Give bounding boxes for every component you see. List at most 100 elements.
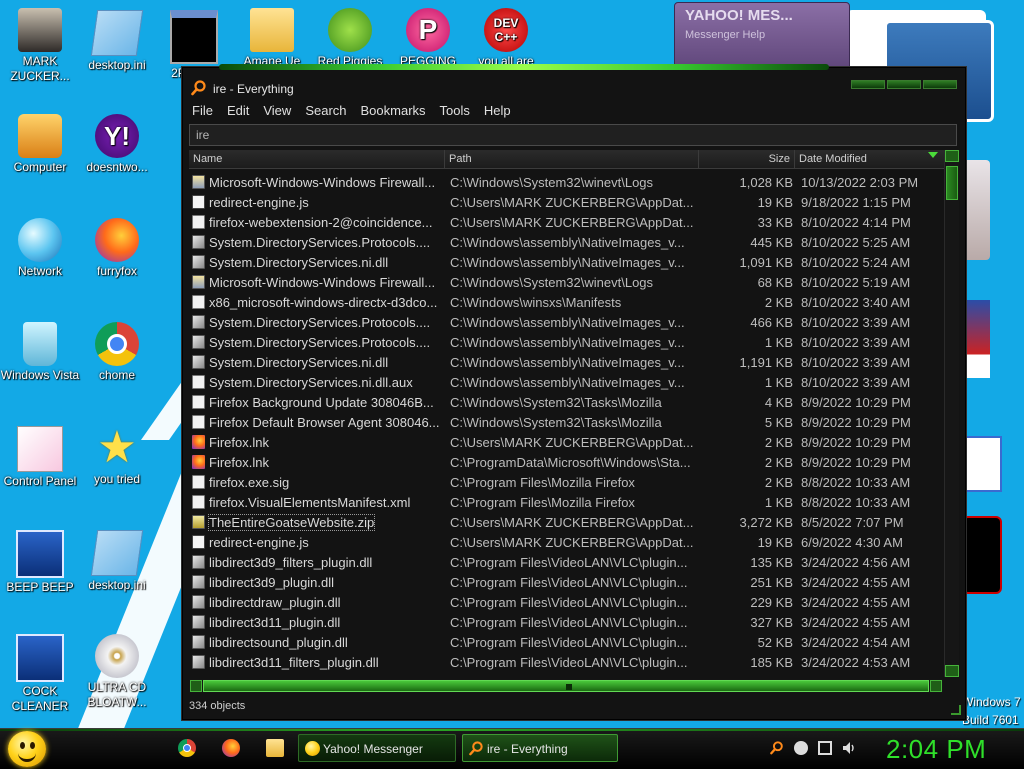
row-date-cell: 10/13/2022 2:03 PM xyxy=(801,175,919,190)
close-button[interactable] xyxy=(923,80,957,89)
table-row[interactable]: System.DirectoryServices.ni.dll C:\Window… xyxy=(189,253,943,273)
maximize-button[interactable] xyxy=(887,80,921,89)
table-row[interactable]: libdirect3d11_filters_plugin.dll C:\Progr… xyxy=(189,653,943,673)
everything-window[interactable]: ire - Everything File Edit View Search Bookm… xyxy=(182,64,966,720)
vertical-scrollbar[interactable] xyxy=(944,150,959,677)
row-size-cell: 2 KB xyxy=(764,475,793,490)
taskbar-everything[interactable]: ire - Everything xyxy=(462,734,618,762)
table-row[interactable]: TheEntireGoatseWebsite.zip C:\Users\MARK … xyxy=(189,513,943,533)
desktop-icon-cock-cleaner[interactable]: COCK CLEANER xyxy=(0,634,82,714)
table-row[interactable]: x86_microsoft-windows-directx-d3dco... C:… xyxy=(189,293,943,313)
scroll-right-arrow[interactable] xyxy=(930,680,942,692)
desktop-icon-ultra-cd-bloatw[interactable]: ULTRA CD BLOATW... xyxy=(75,634,159,710)
search-input[interactable]: ire xyxy=(189,124,957,146)
file-name: Microsoft-Windows-Windows Firewall... xyxy=(209,175,436,190)
table-row[interactable]: libdirectsound_plugin.dll C:\Program File… xyxy=(189,633,943,653)
row-name-cell: Firefox.lnk xyxy=(192,453,442,473)
scroll-grip[interactable] xyxy=(566,684,572,690)
window-glow-bar xyxy=(219,64,829,70)
row-date-cell: 8/10/2022 5:25 AM xyxy=(801,235,911,250)
table-row[interactable]: System.DirectoryServices.ni.dll.aux C:\Wi… xyxy=(189,373,943,393)
scroll-track[interactable] xyxy=(203,680,929,692)
table-row[interactable]: firefox-webextension-2@coincidence... C:\… xyxy=(189,213,943,233)
resize-grip[interactable] xyxy=(951,705,961,715)
pig-icon xyxy=(328,8,372,52)
horizontal-scrollbar[interactable] xyxy=(189,679,943,693)
desktop-icon-you-all-are[interactable]: DEV C++ you all are xyxy=(464,8,548,69)
tray-status-icon[interactable] xyxy=(794,741,808,755)
desktop-icon-red-piggies[interactable]: Red Piggies xyxy=(308,8,392,69)
row-size-cell: 1 KB xyxy=(764,375,793,390)
table-row[interactable]: Firefox Background Update 308046B... C:\W… xyxy=(189,393,943,413)
desktop-icon-furryfox[interactable]: furryfox xyxy=(75,218,159,279)
menu-help[interactable]: Help xyxy=(477,102,518,120)
desktop-icon-doesntwo[interactable]: Y! doesntwo... xyxy=(75,114,159,175)
scroll-thumb[interactable] xyxy=(946,166,958,200)
menu-tools[interactable]: Tools xyxy=(433,102,477,120)
table-row[interactable]: Microsoft-Windows-Windows Firewall... C:\… xyxy=(189,273,943,293)
smiley-eye xyxy=(30,742,35,749)
file-name: libdirectdraw_plugin.dll xyxy=(209,595,341,610)
table-row[interactable]: System.DirectoryServices.Protocols.... C:… xyxy=(189,313,943,333)
menu-edit[interactable]: Edit xyxy=(220,102,256,120)
column-size-header[interactable]: Size xyxy=(699,150,795,169)
table-row[interactable]: libdirect3d9_plugin.dll C:\Program Files\… xyxy=(189,573,943,593)
log-file-icon xyxy=(192,175,205,189)
desktop-icon-desktop-ini-2[interactable]: desktop.ini xyxy=(75,530,159,593)
table-row[interactable]: libdirectdraw_plugin.dll C:\Program Files… xyxy=(189,593,943,613)
magnifier-icon xyxy=(191,80,206,96)
desktop-icon-chome[interactable]: chome xyxy=(75,322,159,383)
start-button[interactable] xyxy=(8,731,46,767)
menu-file[interactable]: File xyxy=(185,102,220,120)
menu-search[interactable]: Search xyxy=(298,102,353,120)
table-row[interactable]: System.DirectoryServices.ni.dll C:\Window… xyxy=(189,353,943,373)
dll-file-icon xyxy=(192,615,205,629)
table-row[interactable]: redirect-engine.js C:\Users\MARK ZUCKERBE… xyxy=(189,193,943,213)
taskbar-yahoo-messenger[interactable]: Yahoo! Messenger xyxy=(298,734,456,762)
firefox-icon[interactable] xyxy=(222,739,240,757)
table-row[interactable]: Microsoft-Windows-Windows Firewall... C:\… xyxy=(189,173,943,193)
taskbar-clock[interactable]: 2:04 PM xyxy=(886,733,986,765)
network-tray-icon[interactable] xyxy=(818,741,832,755)
desktop-icon-beep-beep[interactable]: BEEP BEEP xyxy=(0,530,82,595)
row-path-cell: C:\ProgramData\Microsoft\Windows\Sta... xyxy=(450,455,691,470)
table-row[interactable]: firefox.VisualElementsManifest.xml C:\Pro… xyxy=(189,493,943,513)
everything-tray-icon[interactable] xyxy=(770,741,784,755)
column-name-header[interactable]: Name xyxy=(189,150,445,169)
row-name-cell: libdirect3d11_filters_plugin.dll xyxy=(192,653,442,673)
desktop-icon-computer[interactable]: Computer xyxy=(0,114,82,175)
desktop-icon-amane-ue[interactable]: Amane Ue xyxy=(230,8,314,69)
column-date-header[interactable]: Date Modified xyxy=(795,150,945,169)
menu-bookmarks[interactable]: Bookmarks xyxy=(354,102,433,120)
desktop-icon-you-tried[interactable]: ★ you tried xyxy=(75,426,159,487)
scroll-left-arrow[interactable] xyxy=(190,680,202,692)
column-path-header[interactable]: Path xyxy=(445,150,699,169)
desktop-icon-windows-vista[interactable]: Windows Vista xyxy=(0,322,82,383)
table-row[interactable]: Firefox.lnk C:\Users\MARK ZUCKERBERG\AppD… xyxy=(189,433,943,453)
folder-icon[interactable] xyxy=(266,739,284,757)
desktop-icon-desktop-ini[interactable]: desktop.ini xyxy=(75,10,159,73)
row-date-cell: 8/9/2022 10:29 PM xyxy=(801,455,911,470)
table-row[interactable]: System.DirectoryServices.Protocols.... C:… xyxy=(189,333,943,353)
menu-view[interactable]: View xyxy=(256,102,298,120)
row-date-cell: 3/24/2022 4:55 AM xyxy=(801,575,911,590)
table-row[interactable]: firefox.exe.sig C:\Program Files\Mozilla … xyxy=(189,473,943,493)
table-row[interactable]: libdirect3d11_plugin.dll C:\Program Files… xyxy=(189,613,943,633)
chrome-icon[interactable] xyxy=(178,739,196,757)
table-row[interactable]: Firefox.lnk C:\ProgramData\Microsoft\Wind… xyxy=(189,453,943,473)
scroll-up-arrow[interactable] xyxy=(945,150,959,162)
desktop-icon-network[interactable]: Network xyxy=(0,218,82,279)
scroll-down-arrow[interactable] xyxy=(945,665,959,677)
row-name-cell: System.DirectoryServices.ni.dll xyxy=(192,353,442,373)
volume-icon[interactable] xyxy=(842,741,856,755)
desktop-icon-control-panel[interactable]: Control Panel xyxy=(0,426,82,489)
table-row[interactable]: libdirect3d9_filters_plugin.dll C:\Progra… xyxy=(189,553,943,573)
table-row[interactable]: Firefox Default Browser Agent 308046... C… xyxy=(189,413,943,433)
desktop-icon-pegging[interactable]: P PEGGING xyxy=(386,8,470,69)
table-row[interactable]: redirect-engine.js C:\Users\MARK ZUCKERBE… xyxy=(189,533,943,553)
minimize-button[interactable] xyxy=(851,80,885,89)
desktop-icon-mark-zucker[interactable]: MARK ZUCKER... xyxy=(0,8,82,84)
row-size-cell: 33 KB xyxy=(757,215,793,230)
table-row[interactable]: System.DirectoryServices.Protocols.... C:… xyxy=(189,233,943,253)
yahoo-window-menu[interactable]: Messenger Help xyxy=(685,29,765,41)
